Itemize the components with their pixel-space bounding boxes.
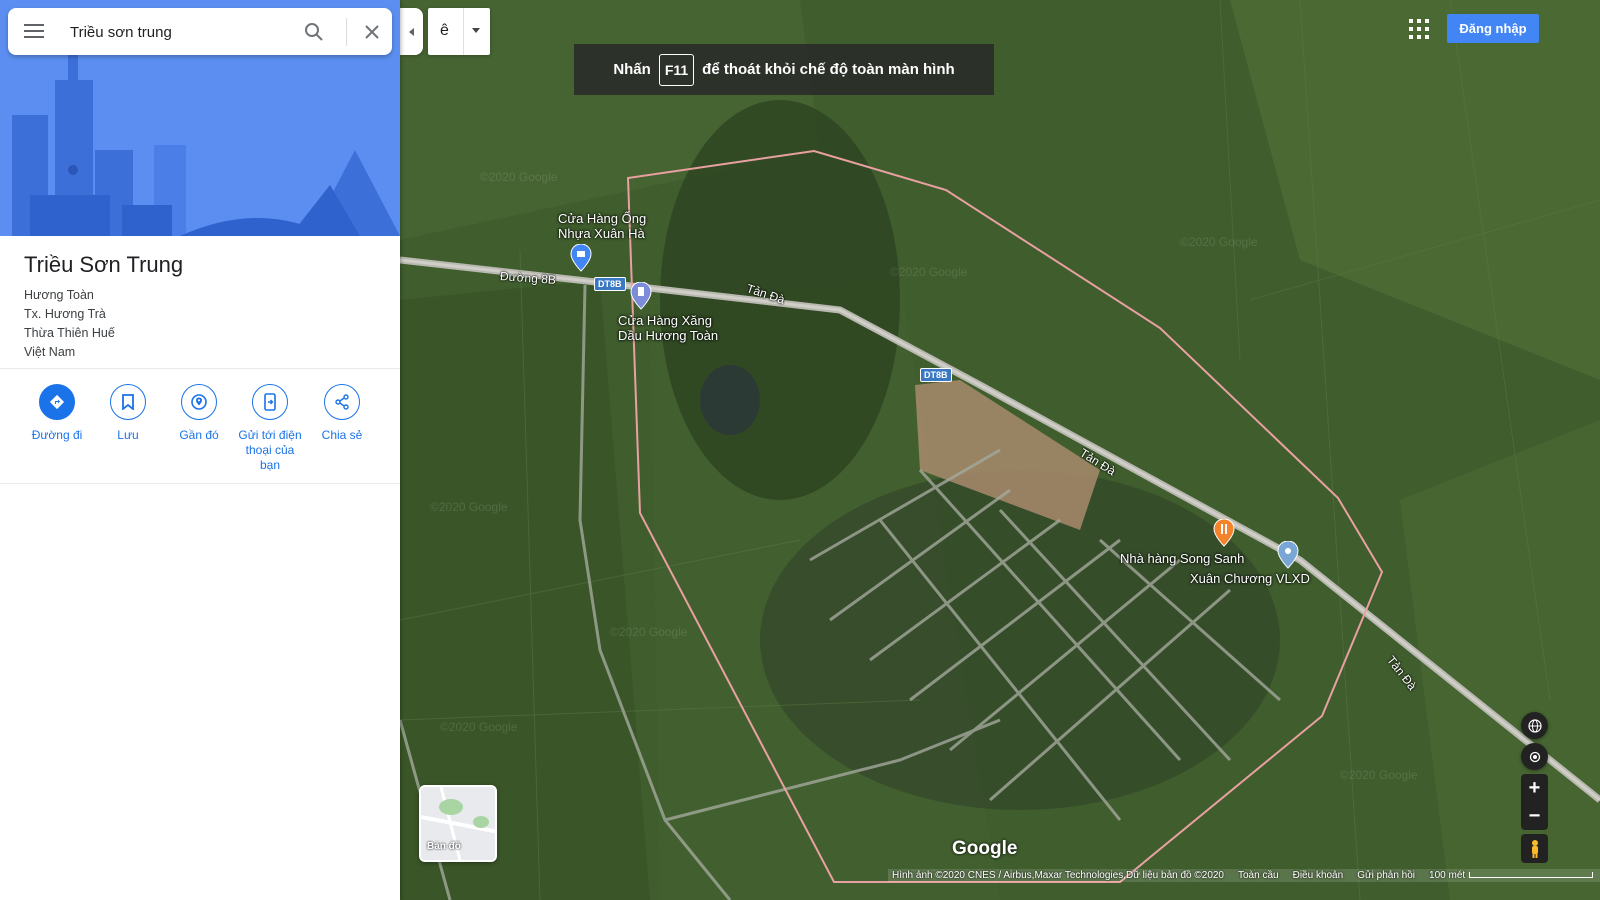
map-watermark: ©2020 Google <box>890 265 968 279</box>
chevron-down-icon[interactable] <box>472 28 480 33</box>
apps-grid-icon[interactable] <box>1408 18 1430 40</box>
fullscreen-banner: Nhấn F11 để thoát khỏi chế độ toàn màn h… <box>574 44 994 95</box>
map-imagery <box>400 0 1600 900</box>
zoom-in-button[interactable]: + <box>1521 774 1548 802</box>
map-watermark: ©2020 Google <box>430 500 508 514</box>
map-watermark: ©2020 Google <box>440 720 518 734</box>
place-pin-icon[interactable] <box>1277 540 1299 574</box>
divider <box>346 18 347 46</box>
search-input[interactable] <box>70 20 290 44</box>
restaurant-pin-icon[interactable] <box>1213 518 1235 552</box>
zoom-control: + − <box>1521 774 1548 830</box>
collapse-panel-button[interactable] <box>400 8 423 55</box>
input-tools-button[interactable]: ê <box>428 8 490 55</box>
poi-label[interactable]: Cửa Hàng Ống Nhựa Xuân Hà <box>558 211 646 241</box>
pegman-icon[interactable] <box>1521 834 1548 863</box>
shopping-pin-icon[interactable] <box>570 243 592 277</box>
divider <box>0 368 400 369</box>
address-line: Thừa Thiên Huế <box>24 326 115 340</box>
action-bar: Đường đi Lưu Gần đó Gửi tới điện thoại c… <box>0 384 400 484</box>
map-watermark: ©2020 Google <box>1340 768 1418 782</box>
poi-label[interactable]: Nhà hàng Song Sanh <box>1120 551 1244 566</box>
my-location-button[interactable] <box>1521 743 1548 770</box>
map-type-toggle[interactable]: Bản đồ <box>419 785 497 862</box>
save-button[interactable]: Lưu <box>92 384 164 443</box>
chevron-left-icon <box>408 27 414 36</box>
zoom-out-button[interactable]: − <box>1521 802 1548 830</box>
send-to-phone-button[interactable]: Gửi tới điện thoại của bạn <box>234 384 306 473</box>
poi-label[interactable]: Xuân Chương VLXD <box>1190 571 1310 586</box>
directions-button[interactable]: Đường đi <box>21 384 93 443</box>
scale-bar <box>1469 872 1594 879</box>
share-button[interactable]: Chia sẻ <box>306 384 378 443</box>
sign-in-button[interactable]: Đăng nhập <box>1447 14 1539 43</box>
google-logo: Google <box>952 838 1018 859</box>
my-location-icon <box>1529 751 1540 762</box>
map-watermark: ©2020 Google <box>610 625 688 639</box>
bookmark-icon <box>110 384 146 420</box>
map-watermark: ©2020 Google <box>1180 235 1258 249</box>
globe-link[interactable]: Toàn cầu <box>1238 870 1279 881</box>
route-shield: DT8B <box>920 368 952 382</box>
address-line: Việt Nam <box>24 345 76 359</box>
route-shield: DT8B <box>594 277 626 291</box>
close-icon[interactable] <box>360 20 384 44</box>
terms-link[interactable]: Điều khoản <box>1293 870 1344 881</box>
gas-station-pin-icon[interactable] <box>630 281 652 315</box>
share-icon <box>324 384 360 420</box>
f11-key: F11 <box>658 53 695 86</box>
feedback-link[interactable]: Gửi phản hồi <box>1357 870 1415 881</box>
input-tool-char: ê <box>440 22 449 39</box>
globe-view-button[interactable] <box>1521 712 1548 739</box>
map-footer: Hình ảnh ©2020 CNES / Airbus,Maxar Techn… <box>888 869 1600 882</box>
search-box <box>8 8 392 55</box>
poi-label[interactable]: Cửa Hàng Xăng Dầu Hương Toàn <box>618 313 718 343</box>
map-watermark: ©2020 Google <box>480 170 558 184</box>
address-line: Hương Toàn <box>24 288 94 302</box>
attribution: Hình ảnh ©2020 CNES / Airbus,Maxar Techn… <box>892 870 1224 881</box>
search-icon[interactable] <box>302 20 326 44</box>
scale-label[interactable]: 100 mét <box>1429 870 1594 881</box>
nearby-button[interactable]: Gần đó <box>163 384 235 443</box>
place-panel: Triều Sơn Trung Hương Toàn Tx. Hương Trà… <box>0 0 400 900</box>
divider <box>0 483 400 484</box>
nearby-icon <box>181 384 217 420</box>
globe-icon <box>1527 718 1542 733</box>
menu-icon[interactable] <box>22 20 46 44</box>
address-line: Tx. Hương Trà <box>24 307 106 321</box>
send-to-phone-icon <box>252 384 288 420</box>
minimap-label: Bản đồ <box>427 841 461 852</box>
place-title: Triều Sơn Trung <box>24 252 184 277</box>
satellite-map[interactable]: ©2020 Google ©2020 Google ©2020 Google ©… <box>400 0 1600 900</box>
directions-icon <box>39 384 75 420</box>
